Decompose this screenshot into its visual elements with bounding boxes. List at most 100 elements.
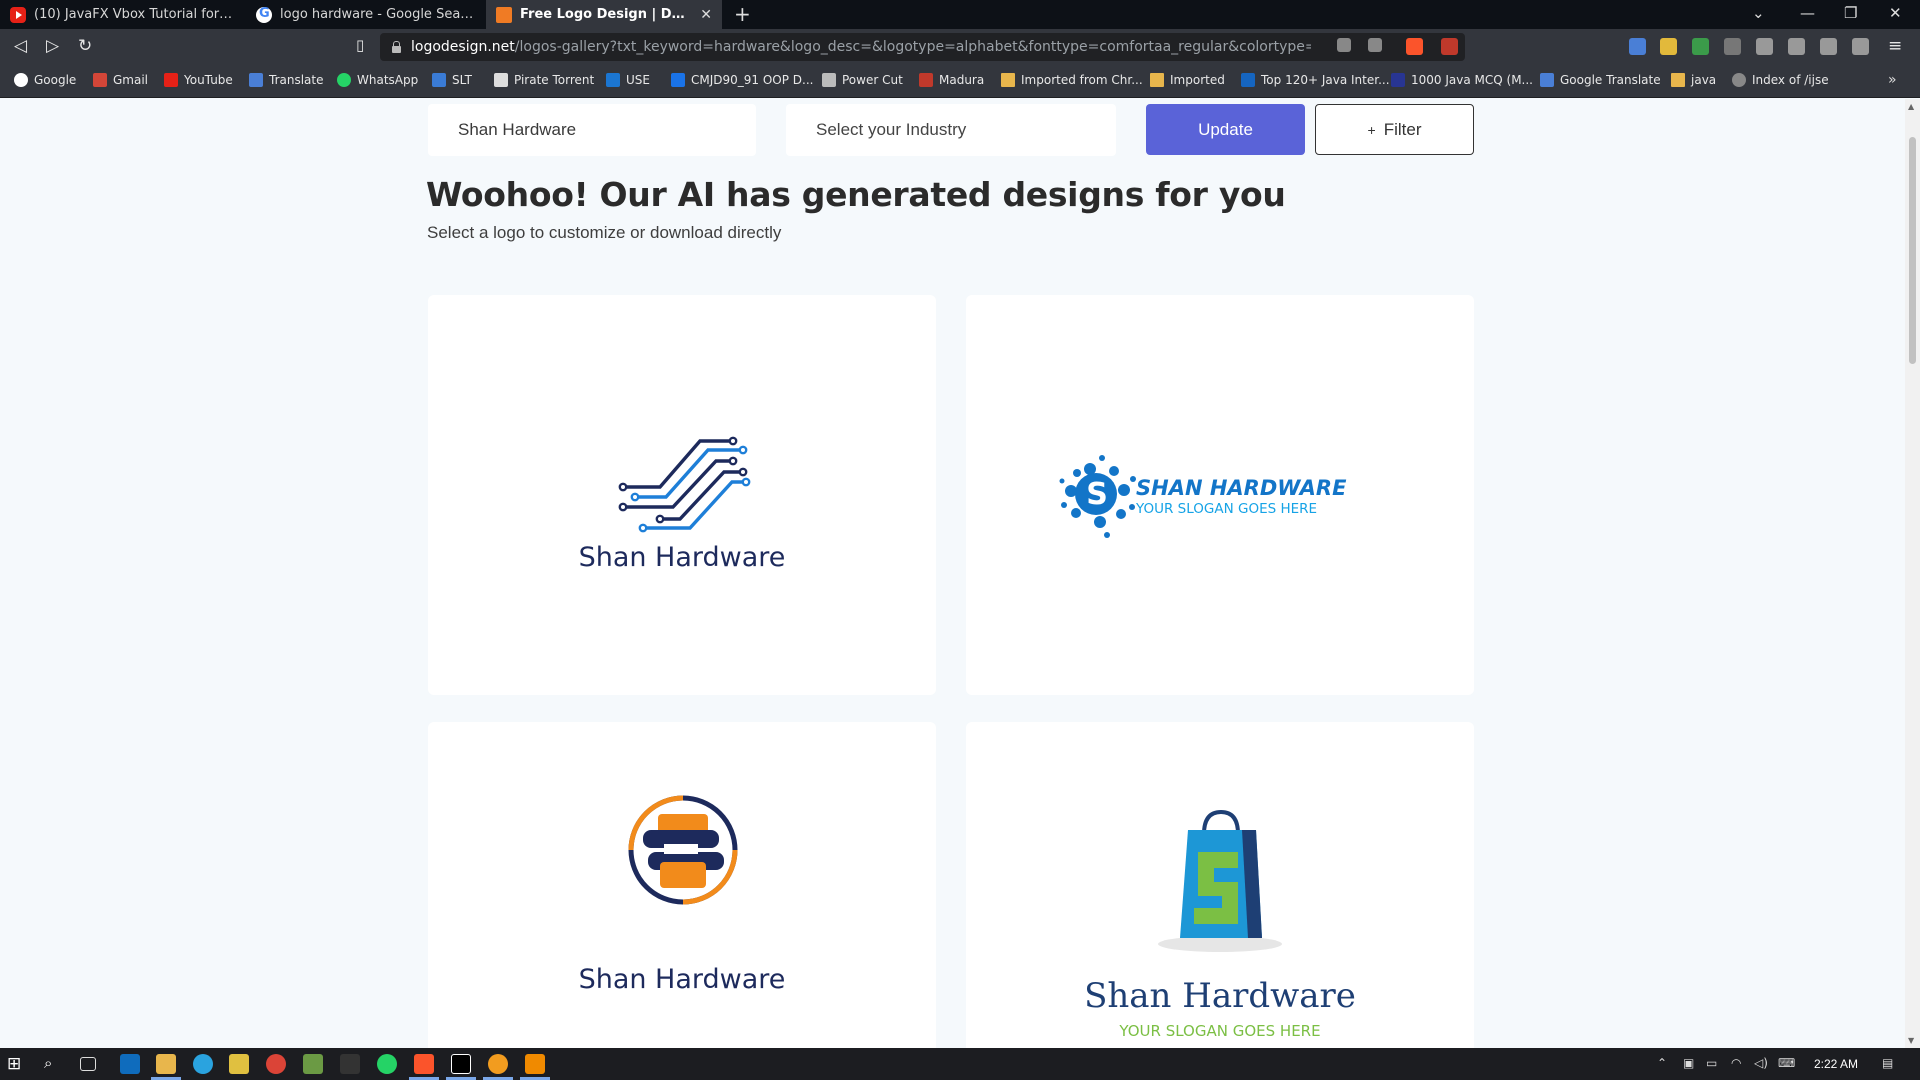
- brave-shields-icon[interactable]: [1406, 38, 1423, 55]
- download-icon[interactable]: [1337, 38, 1351, 52]
- mail-icon[interactable]: [120, 1054, 140, 1074]
- google-icon: [14, 73, 28, 87]
- bookmark-item[interactable]: Madura: [919, 73, 984, 87]
- menu-icon[interactable]: ≡: [1888, 36, 1902, 56]
- puzzle-icon[interactable]: [1756, 38, 1773, 55]
- extension-icon[interactable]: [1660, 38, 1677, 55]
- splash-s-letter: S: [1086, 477, 1108, 512]
- whatsapp-icon[interactable]: [377, 1054, 397, 1074]
- translate-extension-icon[interactable]: [1629, 38, 1646, 55]
- share-icon[interactable]: [1368, 38, 1382, 52]
- wallet-icon[interactable]: [1852, 38, 1869, 55]
- logo-name: Shan Hardware: [579, 964, 786, 995]
- logo-card-circle-s[interactable]: Shan Hardware: [428, 722, 936, 1048]
- bookmark-item[interactable]: Top 120+ Java Inter...: [1241, 73, 1390, 87]
- circuit-logo: Shan Hardware: [579, 436, 785, 573]
- bookmark-folder[interactable]: Imported: [1150, 73, 1225, 87]
- pirate-torrent-icon: [494, 73, 508, 87]
- page-scrollbar[interactable]: ▲ ▼: [1905, 99, 1920, 1048]
- telegram-icon[interactable]: [193, 1054, 213, 1074]
- business-name-input[interactable]: Shan Hardware: [428, 104, 756, 156]
- minimize-icon[interactable]: —: [1800, 4, 1815, 22]
- bookmark-folder[interactable]: Imported from Chr...: [1001, 73, 1143, 87]
- bookmark-item[interactable]: YouTube: [164, 73, 233, 87]
- mcq-icon: [1391, 73, 1405, 87]
- edureka-icon: [1241, 73, 1255, 87]
- notepad-icon[interactable]: [303, 1054, 323, 1074]
- more-bookmarks-icon[interactable]: »: [1888, 72, 1897, 88]
- tab-title: Free Logo Design | Download Your: [520, 7, 693, 22]
- bookmark-item[interactable]: WhatsApp: [337, 73, 418, 87]
- vlc-icon[interactable]: [525, 1054, 545, 1074]
- terminal-icon[interactable]: [340, 1054, 360, 1074]
- back-icon[interactable]: ◁: [14, 36, 27, 56]
- close-tab-icon[interactable]: ✕: [700, 7, 712, 23]
- brave-rewards-icon[interactable]: [1441, 38, 1458, 55]
- logo-name: SHAN HARDWARE: [1136, 476, 1347, 500]
- youtube-icon: [164, 73, 178, 87]
- tray-overflow-icon[interactable]: ⌃: [1657, 1056, 1667, 1070]
- logo-card-circuit[interactable]: Shan Hardware: [428, 295, 936, 695]
- app-icon[interactable]: [229, 1054, 249, 1074]
- volume-icon[interactable]: ◁): [1754, 1056, 1768, 1070]
- bookmark-item[interactable]: CMJD90_91 OOP D...: [671, 73, 814, 87]
- bookmark-item[interactable]: Translate: [249, 73, 324, 87]
- restore-icon[interactable]: ❐: [1844, 4, 1857, 22]
- url-field[interactable]: logodesign.net/logos-gallery?txt_keyword…: [380, 33, 1465, 61]
- bag-logo: Shan Hardware YOUR SLOGAN GOES HERE: [1084, 809, 1356, 1040]
- brave-icon[interactable]: [414, 1054, 434, 1074]
- bookmark-item[interactable]: Google Translate: [1540, 73, 1661, 87]
- industry-select[interactable]: Select your Industry: [786, 104, 1116, 156]
- bookmarks-bar: Google Gmail YouTube Translate WhatsApp …: [0, 65, 1920, 98]
- bookmark-item[interactable]: SLT: [432, 73, 472, 87]
- industry-placeholder: Select your Industry: [816, 120, 967, 139]
- app-icon[interactable]: [488, 1054, 508, 1074]
- bookmark-item[interactable]: Power Cut: [822, 73, 903, 87]
- battery-icon[interactable]: ▭: [1706, 1056, 1717, 1070]
- meet-icon[interactable]: ▣: [1683, 1056, 1694, 1070]
- page-subtitle: Select a logo to customize or download d…: [427, 223, 782, 242]
- reload-icon[interactable]: ↻: [78, 36, 92, 56]
- windows-start-icon[interactable]: ⊞: [7, 1054, 27, 1074]
- bookmark-item[interactable]: 1000 Java MCQ (M...: [1391, 73, 1533, 87]
- keyboard-icon[interactable]: ⌨: [1778, 1056, 1795, 1070]
- tab-title: logo hardware - Google Search: [280, 7, 476, 22]
- extension-icon[interactable]: [1692, 38, 1709, 55]
- notifications-icon[interactable]: ▤: [1882, 1056, 1893, 1070]
- update-button[interactable]: Update: [1146, 104, 1305, 155]
- logo-card-splash[interactable]: S SHAN HARDWARE YOUR SLOGAN GOES HERE: [966, 295, 1474, 695]
- file-explorer-icon[interactable]: [156, 1054, 176, 1074]
- bookmark-icon[interactable]: ▯: [356, 36, 364, 54]
- folder-icon: [1671, 73, 1685, 87]
- bookmark-item[interactable]: USE: [606, 73, 650, 87]
- intellij-icon[interactable]: [451, 1054, 471, 1074]
- filter-button[interactable]: + Filter: [1315, 104, 1474, 155]
- sidebar-icon[interactable]: [1820, 38, 1837, 55]
- bookmark-item[interactable]: Gmail: [93, 73, 148, 87]
- bookmark-item[interactable]: Google: [14, 73, 76, 87]
- forward-icon[interactable]: ▷: [46, 36, 59, 56]
- scroll-up-icon[interactable]: ▲: [1908, 102, 1914, 111]
- folder-icon: [1150, 73, 1164, 87]
- tab-logodesign[interactable]: Free Logo Design | Download Your ✕: [486, 0, 722, 29]
- task-view-icon[interactable]: [80, 1057, 96, 1071]
- taskbar-clock[interactable]: 2:22 AM: [1814, 1057, 1858, 1071]
- chrome-icon[interactable]: [266, 1054, 286, 1074]
- logo-name: Shan Hardware: [1084, 976, 1356, 1016]
- bookmark-folder[interactable]: java: [1671, 73, 1716, 87]
- scroll-down-icon[interactable]: ▼: [1908, 1036, 1914, 1045]
- reading-list-icon[interactable]: [1788, 38, 1805, 55]
- logo-card-bag[interactable]: Shan Hardware YOUR SLOGAN GOES HERE: [966, 722, 1474, 1048]
- new-tab-icon[interactable]: +: [734, 2, 751, 26]
- search-icon[interactable]: ⌕: [44, 1054, 64, 1074]
- tab-google-search[interactable]: logo hardware - Google Search: [246, 0, 486, 29]
- wifi-icon[interactable]: ◠: [1731, 1056, 1741, 1070]
- bookmark-item[interactable]: Pirate Torrent: [494, 73, 594, 87]
- tab-youtube[interactable]: (10) JavaFX Vbox Tutorial for beginners: [0, 0, 246, 29]
- tab-search-icon[interactable]: ⌄: [1752, 4, 1765, 22]
- browser-tab-strip: (10) JavaFX Vbox Tutorial for beginners …: [0, 0, 1920, 29]
- scrollbar-thumb[interactable]: [1909, 137, 1916, 364]
- shield-extension-icon[interactable]: [1724, 38, 1741, 55]
- close-window-icon[interactable]: ✕: [1889, 4, 1902, 22]
- bookmark-item[interactable]: Index of /ijse: [1732, 73, 1829, 87]
